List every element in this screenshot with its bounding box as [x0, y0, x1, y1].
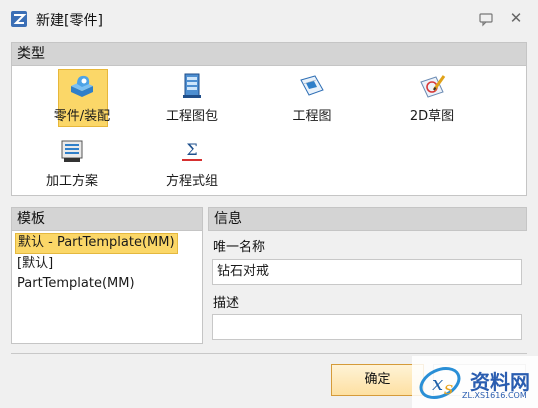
svg-text:Σ: Σ	[186, 140, 197, 159]
svg-text:s: s	[444, 378, 453, 399]
type-machining-plan[interactable]: 加工方案	[27, 134, 117, 194]
2d-sketch-icon	[420, 75, 446, 98]
type-label: 工程图	[292, 109, 332, 124]
template-panel: 模板 默认 - PartTemplate(MM) [默认] PartTempla…	[11, 207, 203, 344]
template-panel-header: 模板	[12, 208, 202, 231]
window-title: 新建[零件]	[36, 13, 103, 29]
type-label: 工程图包	[165, 109, 218, 124]
svg-text:x: x	[432, 371, 443, 395]
type-panel-header: 类型	[12, 43, 526, 66]
type-part-assembly[interactable]: 零件/装配	[37, 69, 127, 129]
unique-name-field[interactable]: 钻石对戒	[212, 259, 522, 285]
type-2d-sketch[interactable]: 2D草图	[387, 69, 477, 129]
close-icon[interactable]: ✕	[508, 10, 524, 26]
type-drawing[interactable]: 工程图	[267, 69, 357, 129]
info-panel: 信息 唯一名称 钻石对戒 描述	[208, 207, 527, 344]
template-item[interactable]: [默认]	[15, 254, 55, 273]
type-label: 零件/装配	[53, 109, 111, 124]
description-label: 描述	[213, 296, 240, 311]
type-panel: 类型 零件/装配 工程图包 工程图 2D草图 加工方案 Σ 方程式组	[11, 42, 527, 196]
ok-button[interactable]: 确定	[331, 364, 424, 396]
drawing-icon	[300, 75, 324, 96]
unique-name-label: 唯一名称	[213, 240, 266, 255]
type-equation-set[interactable]: Σ 方程式组	[147, 134, 237, 194]
divider	[11, 353, 527, 354]
description-field[interactable]	[212, 314, 522, 340]
info-panel-header: 信息	[208, 207, 527, 231]
template-item[interactable]: PartTemplate(MM)	[15, 274, 137, 293]
type-drawing-pack[interactable]: 工程图包	[147, 69, 237, 129]
watermark-subtext: ZL.XS1616.COM	[462, 391, 527, 400]
type-label: 加工方案	[45, 174, 98, 189]
equation-set-icon: Σ	[182, 140, 202, 161]
type-label: 方程式组	[165, 174, 218, 189]
zw3d-app-icon	[11, 11, 27, 27]
title-bar: 新建[零件] ✕	[0, 0, 538, 38]
part-assembly-icon	[71, 75, 93, 97]
machining-plan-icon	[61, 140, 83, 162]
template-item[interactable]: 默认 - PartTemplate(MM)	[15, 233, 178, 254]
type-label: 2D草图	[409, 109, 455, 124]
help-balloon-icon[interactable]	[478, 11, 494, 27]
drawing-pack-icon	[183, 73, 201, 98]
